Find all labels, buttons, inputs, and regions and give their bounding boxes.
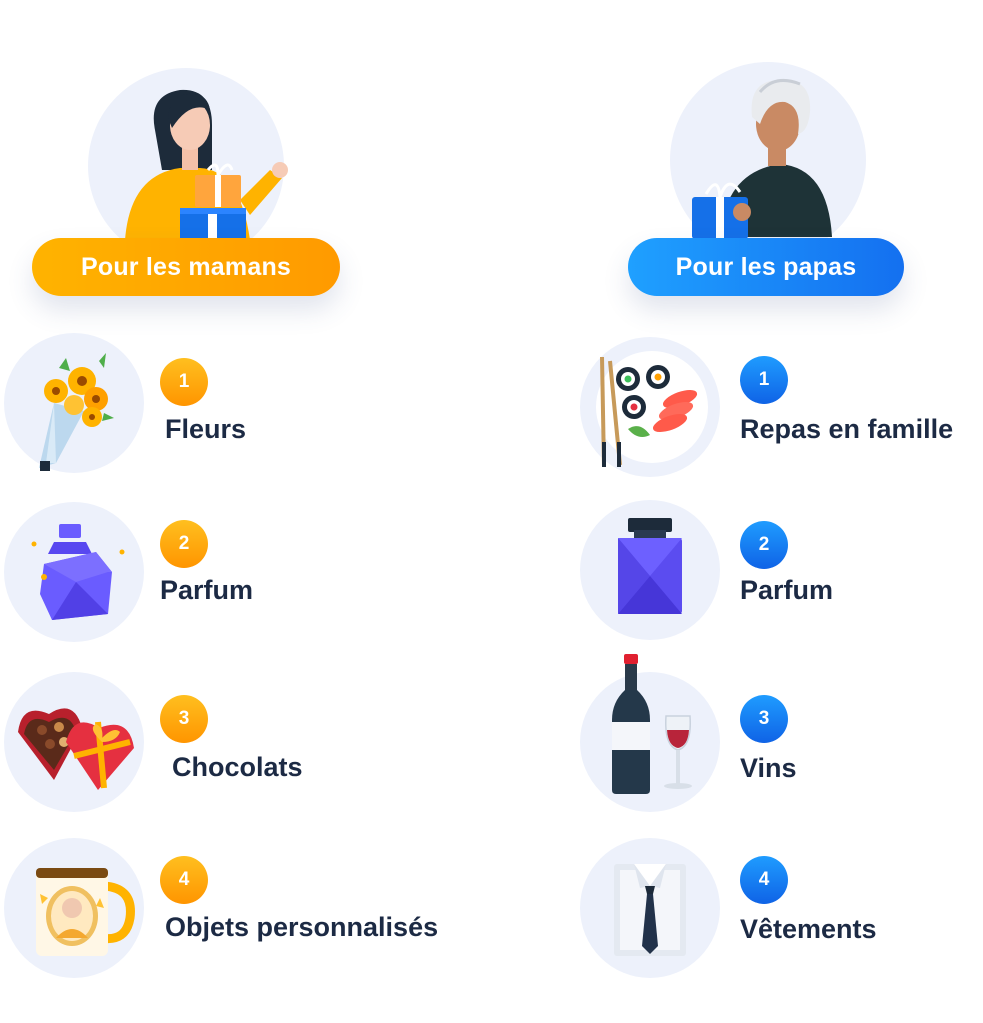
dad-item-4-label: Vêtements [740, 914, 877, 944]
dad-item-1-circle [580, 337, 720, 477]
mom-item-3-circle [4, 672, 144, 812]
mom-item-3-rank-badge: 3 [160, 695, 208, 743]
shirt-tie-icon [614, 864, 686, 956]
dad-item-1-rank-badge: 1 [740, 356, 788, 404]
photo-mug-icon [36, 868, 135, 956]
dad-item-4-circle [580, 838, 720, 978]
dad-category-pill[interactable]: Pour les papas [628, 238, 904, 296]
mom-item-3-label: Chocolats [172, 752, 303, 782]
dad-illustration-icon [692, 78, 832, 239]
mom-item-2-label: Parfum [160, 575, 254, 605]
dad-item-3-label: Vins [740, 753, 797, 783]
sushi-plate-icon [596, 351, 708, 468]
mom-item-1-circle [4, 333, 144, 473]
dad-item-1-label: Repas en famille [740, 414, 954, 444]
wine-icon [612, 654, 692, 794]
dad-item-3-circle [580, 654, 720, 812]
mom-item-1-label: Fleurs [165, 414, 247, 444]
dad-item-2-rank-badge: 2 [740, 521, 788, 569]
bouquet-icon [39, 353, 114, 471]
mom-item-4-circle [4, 838, 144, 978]
mom-illustration-icon [125, 89, 288, 240]
cologne-bottle-icon [618, 518, 682, 614]
chocolate-box-icon [18, 708, 134, 790]
dad-item-2-label: Parfum [740, 575, 834, 605]
dad-item-4-rank-badge: 4 [740, 856, 788, 904]
mom-category-pill[interactable]: Pour les mamans [32, 238, 340, 296]
dad-item-3-rank-badge: 3 [740, 695, 788, 743]
mom-item-1-rank-badge: 1 [160, 358, 208, 406]
mom-item-2-circle [4, 502, 144, 642]
dad-item-2-circle [580, 500, 720, 640]
mom-item-4-label: Objets personnalisés [165, 912, 439, 942]
perfume-bottle-icon [31, 524, 125, 620]
mom-item-2-rank-badge: 2 [160, 520, 208, 568]
mom-item-4-rank-badge: 4 [160, 856, 208, 904]
